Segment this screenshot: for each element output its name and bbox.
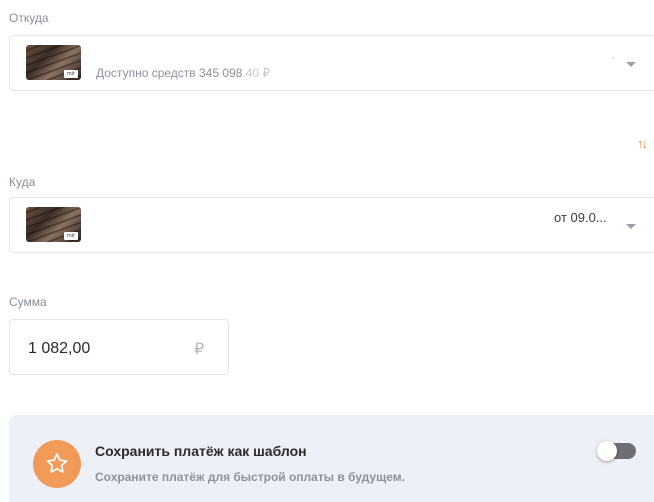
save-template-toggle[interactable] [597, 441, 636, 461]
card-payment-system-badge: mir [64, 232, 78, 240]
chevron-down-icon[interactable] [626, 224, 636, 229]
amount-value[interactable]: 1 082,00 [28, 340, 90, 358]
available-balance-cents: .40 ₽ [242, 66, 271, 80]
chevron-down-icon[interactable] [626, 62, 636, 67]
currency-symbol: ₽ [194, 341, 205, 358]
swap-arrows-icon[interactable]: ↑↓ [637, 136, 648, 151]
toggle-knob[interactable] [597, 441, 617, 461]
from-account-select[interactable]: mir Доступно средств 345 098.40 ₽ [9, 35, 654, 91]
amount-input[interactable]: 1 082,00 ₽ [9, 319, 229, 375]
from-card-image: mir [26, 45, 81, 80]
available-balance-main: Доступно средств 345 098 [96, 66, 243, 80]
available-balance: Доступно средств 345 098.40 ₽ [96, 66, 270, 80]
from-label: Откуда [9, 11, 49, 25]
save-template-subtitle: Сохраните платёж для быстрой оплаты в бу… [95, 470, 405, 484]
save-template-title: Сохранить платёж как шаблон [95, 443, 307, 459]
amount-label: Сумма [9, 295, 47, 309]
save-template-panel: Сохранить платёж как шаблон Сохраните пл… [9, 415, 654, 502]
to-card-image: mir [26, 207, 81, 242]
star-icon [33, 440, 81, 488]
card-payment-system-badge: mir [64, 70, 78, 78]
to-account-select[interactable]: mir от 09.0... [9, 197, 654, 253]
to-account-date: от 09.0... [554, 210, 607, 225]
to-label: Куда [9, 175, 36, 189]
decorative-dot [612, 57, 614, 59]
